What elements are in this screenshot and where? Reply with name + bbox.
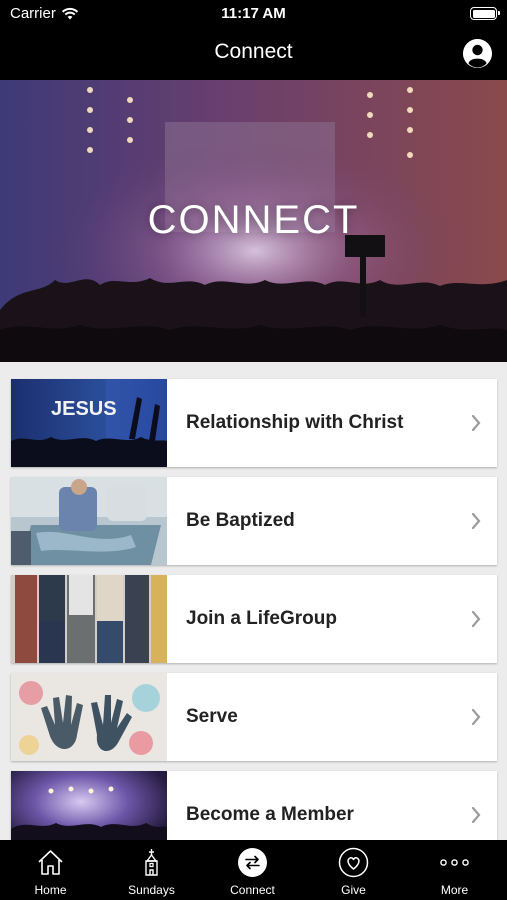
- list-item-label: Relationship with Christ: [186, 412, 404, 433]
- chevron-right-icon: [471, 708, 481, 726]
- chevron-right-icon: [471, 806, 481, 824]
- connect-list: JESUS Relationship with Christ Be Baptiz…: [0, 362, 507, 840]
- list-item-lifegroup[interactable]: Join a LifeGroup: [11, 575, 497, 663]
- home-icon: [38, 850, 63, 875]
- status-time: 11:17 AM: [221, 5, 286, 22]
- tab-label: Sundays: [128, 883, 175, 897]
- battery-icon: [470, 7, 500, 20]
- list-item-label: Join a LifeGroup: [186, 608, 337, 629]
- group-thumbnail: [11, 575, 167, 663]
- tab-more[interactable]: More: [404, 840, 505, 900]
- tab-connect[interactable]: Connect: [202, 840, 303, 900]
- concert-thumbnail: [11, 771, 167, 840]
- heart-icon: [338, 847, 369, 878]
- connect-arrows-icon: [238, 848, 267, 877]
- list-item-label: Become a Member: [186, 804, 354, 825]
- church-icon: [145, 849, 158, 876]
- tab-label: Connect: [230, 883, 275, 897]
- tab-sundays[interactable]: Sundays: [101, 840, 202, 900]
- thumbnail-caption: JESUS: [51, 398, 117, 420]
- tab-label: More: [440, 883, 469, 897]
- tab-bar: Home Sundays Connect Give More: [0, 840, 507, 900]
- more-dots-icon: [440, 859, 469, 866]
- chevron-right-icon: [471, 414, 481, 432]
- list-item-relationship[interactable]: JESUS Relationship with Christ: [11, 379, 497, 467]
- list-item-label: Serve: [186, 706, 238, 727]
- list-item-label: Be Baptized: [186, 510, 295, 531]
- tab-label: Give: [341, 883, 366, 897]
- hero-banner: CONNECT: [0, 80, 507, 362]
- hero-title: CONNECT: [147, 198, 360, 242]
- chevron-right-icon: [471, 610, 481, 628]
- chevron-right-icon: [471, 512, 481, 530]
- tab-label: Home: [34, 883, 67, 897]
- worship-thumbnail: JESUS: [11, 379, 167, 467]
- user-icon: [463, 39, 492, 68]
- nav-bar: Connect: [0, 28, 507, 80]
- page-title: Connect: [214, 40, 293, 63]
- tab-give[interactable]: Give: [303, 840, 404, 900]
- tab-home[interactable]: Home: [0, 840, 101, 900]
- status-bar: Carrier 11:17 AM: [0, 0, 507, 28]
- profile-button[interactable]: [463, 39, 492, 68]
- list-item-serve[interactable]: Serve: [11, 673, 497, 761]
- list-item-member[interactable]: Become a Member: [11, 771, 497, 840]
- baptism-thumbnail: [11, 477, 167, 565]
- painted-hands-thumbnail: [11, 673, 167, 761]
- list-item-baptized[interactable]: Be Baptized: [11, 477, 497, 565]
